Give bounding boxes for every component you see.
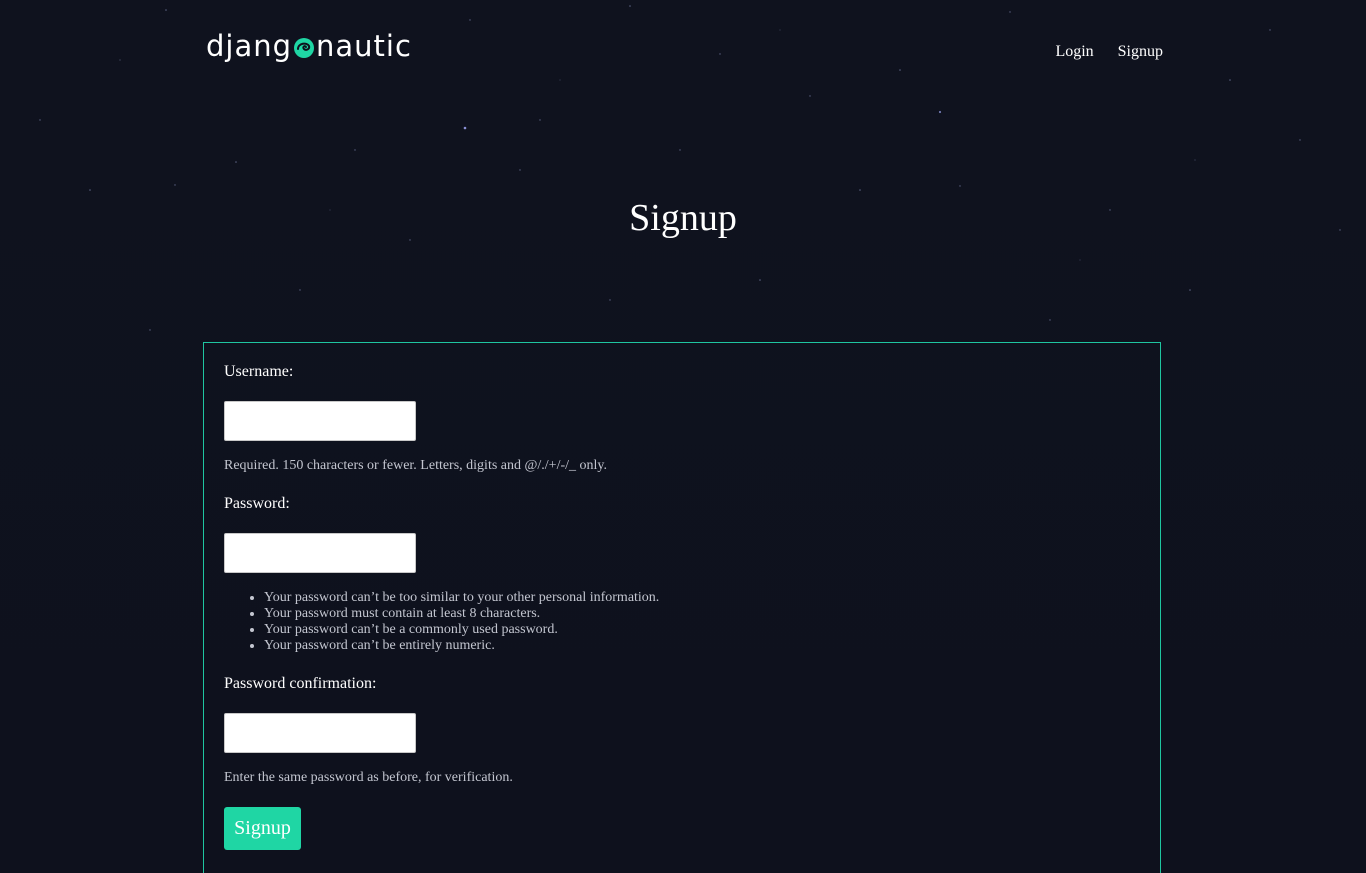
nav-login-link[interactable]: Login bbox=[1055, 43, 1093, 61]
page-title: Signup bbox=[629, 197, 737, 239]
site-logo[interactable]: djang nautic bbox=[206, 26, 412, 66]
nav-signup-link[interactable]: Signup bbox=[1118, 43, 1163, 61]
password-rule-item: Your password can’t be too similar to yo… bbox=[264, 590, 659, 606]
main-nav: Login Signup bbox=[1055, 43, 1163, 61]
logo-text-left: djang bbox=[206, 29, 293, 63]
username-label: Username: bbox=[224, 363, 294, 380]
password-rule-item: Your password can’t be a commonly used p… bbox=[264, 622, 659, 638]
signup-submit-button[interactable]: Signup bbox=[224, 807, 301, 850]
password-confirmation-label: Password confirmation: bbox=[224, 675, 377, 692]
signup-form: Username: Required. 150 characters or fe… bbox=[203, 342, 1161, 873]
password-label: Password: bbox=[224, 495, 290, 512]
logo-text-right: nautic bbox=[316, 29, 412, 63]
username-help-text: Required. 150 characters or fewer. Lette… bbox=[224, 458, 607, 473]
password-rules-list: Your password can’t be too similar to yo… bbox=[224, 590, 659, 654]
password-confirmation-input[interactable] bbox=[224, 713, 416, 753]
username-input[interactable] bbox=[224, 401, 416, 441]
password-rule-item: Your password can’t be entirely numeric. bbox=[264, 638, 659, 654]
swirl-logo-icon bbox=[294, 37, 315, 58]
password-input[interactable] bbox=[224, 533, 416, 573]
password-confirmation-help-text: Enter the same password as before, for v… bbox=[224, 770, 513, 785]
password-rule-item: Your password must contain at least 8 ch… bbox=[264, 606, 659, 622]
